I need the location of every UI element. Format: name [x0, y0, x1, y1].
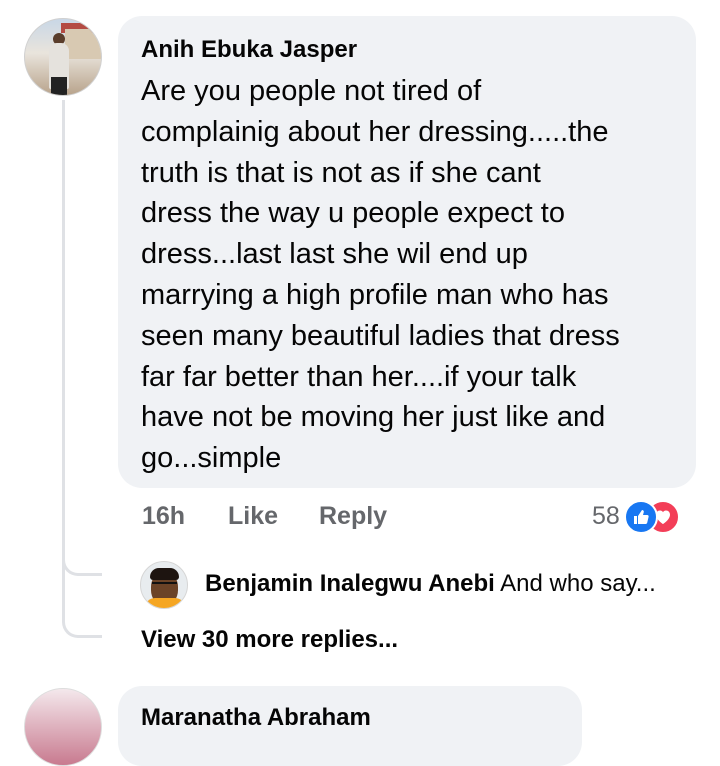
comment-text: Are you people not tired of complainig a…	[141, 75, 620, 475]
reaction-count: 58	[592, 502, 620, 530]
comment-author[interactable]: Anih Ebuka Jasper	[141, 36, 672, 64]
next-comment-author[interactable]: Maranatha Abraham	[141, 704, 371, 732]
comment-time[interactable]: 16h	[142, 502, 185, 531]
avatar[interactable]	[24, 18, 102, 96]
thread-connector-view-more	[62, 570, 102, 638]
next-comment-avatar[interactable]	[24, 688, 102, 766]
like-button[interactable]: Like	[228, 502, 278, 531]
reply-avatar[interactable]	[140, 561, 188, 609]
comment-bubble: Anih Ebuka Jasper Are you people not tir…	[118, 16, 696, 488]
reply-snippet: And who say...	[500, 570, 656, 597]
reply-preview[interactable]: Benjamin Inalegwu Anebi And who say...	[205, 570, 656, 598]
reply-author[interactable]: Benjamin Inalegwu Anebi	[205, 570, 495, 597]
view-more-replies-link[interactable]: View 30 more replies...	[141, 626, 398, 654]
like-icon	[624, 500, 658, 534]
thread-line	[62, 100, 65, 574]
reply-button[interactable]: Reply	[319, 502, 387, 531]
